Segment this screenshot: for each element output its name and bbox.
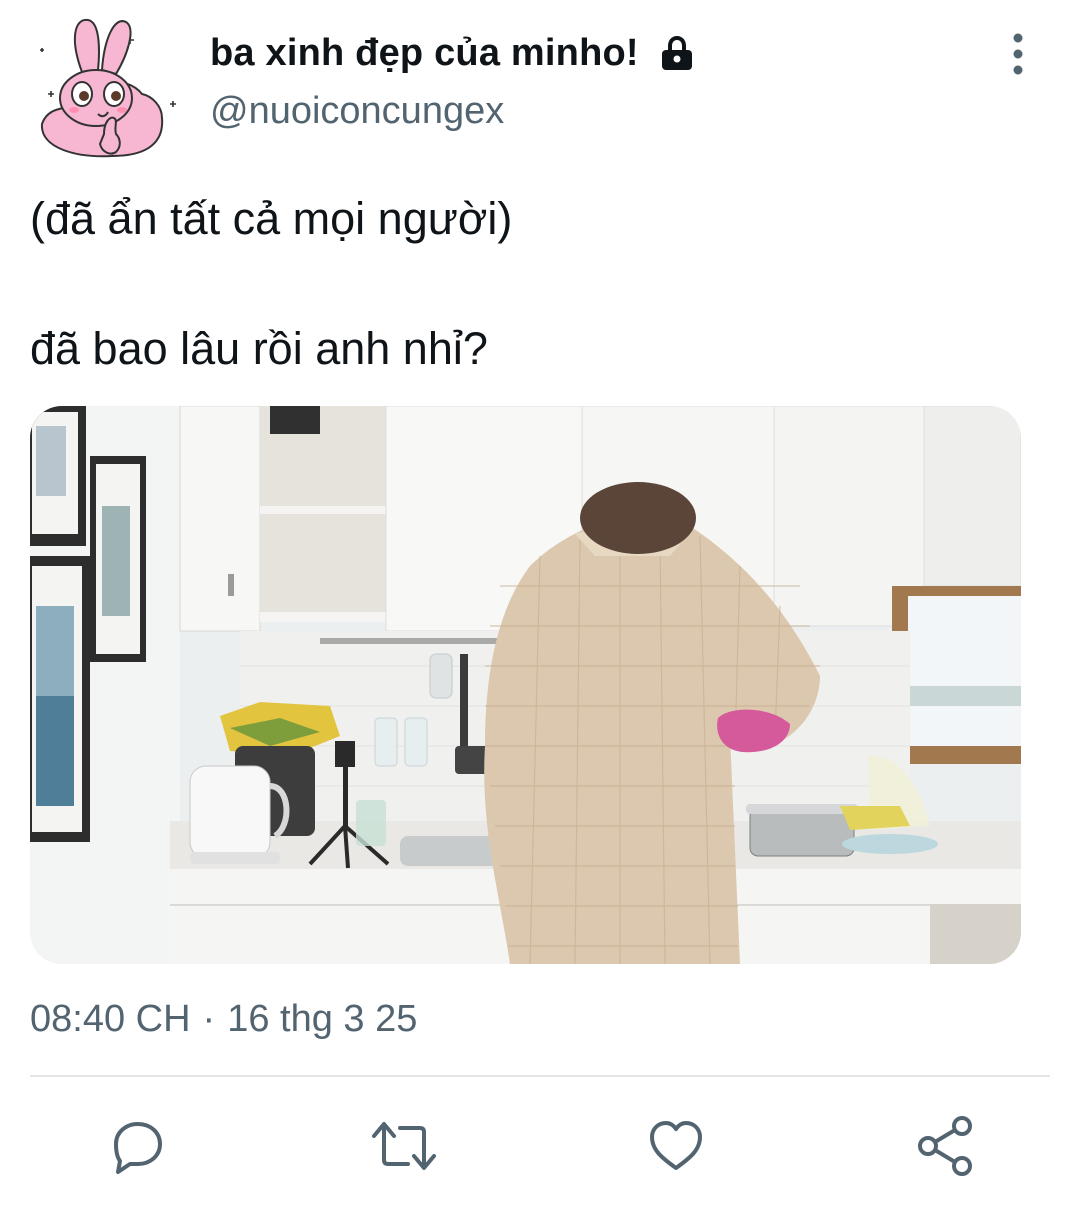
wall-frame-1 bbox=[30, 406, 86, 546]
wall-frame-3 bbox=[30, 556, 90, 842]
comment-icon bbox=[114, 1122, 162, 1174]
tweet-line-1: (đã ẩn tất cả mọi người) bbox=[30, 193, 513, 244]
author-handle[interactable]: @nuoiconcungex bbox=[210, 90, 504, 133]
divider bbox=[30, 1075, 1050, 1077]
timestamp-separator: · bbox=[202, 998, 216, 1040]
heart-icon bbox=[650, 1121, 702, 1170]
tweet-date: 16 thg 3 25 bbox=[227, 998, 418, 1040]
tweet-line-2: đã bao lâu rồi anh nhỉ? bbox=[30, 323, 488, 374]
author-name-row[interactable]: ba xinh đẹp của minho! bbox=[210, 32, 697, 75]
tweet-photo[interactable] bbox=[30, 406, 1021, 964]
tweet-timestamp[interactable]: 08:40 CH · 16 thg 3 25 bbox=[30, 998, 417, 1041]
tweet-time: 08:40 CH bbox=[30, 998, 191, 1040]
tweet-actions bbox=[0, 1110, 1080, 1190]
reply-button[interactable] bbox=[100, 1110, 172, 1182]
display-name[interactable]: ba xinh đẹp của minho! bbox=[210, 32, 639, 75]
retweet-icon bbox=[372, 1122, 436, 1170]
share-icon bbox=[918, 1116, 972, 1176]
share-button[interactable] bbox=[910, 1110, 982, 1182]
wall-frame-2 bbox=[90, 456, 146, 662]
more-options-button[interactable] bbox=[1006, 32, 1030, 76]
pink-bunny-avatar-icon[interactable] bbox=[30, 10, 180, 160]
retweet-button[interactable] bbox=[368, 1110, 440, 1182]
like-button[interactable] bbox=[640, 1110, 712, 1182]
tweet-text: (đã ẩn tất cả mọi người) đã bao lâu rồi … bbox=[30, 190, 1040, 378]
tweet-header: ba xinh đẹp của minho! @nuoiconcungex bbox=[30, 10, 1050, 160]
lock-icon bbox=[657, 34, 697, 74]
